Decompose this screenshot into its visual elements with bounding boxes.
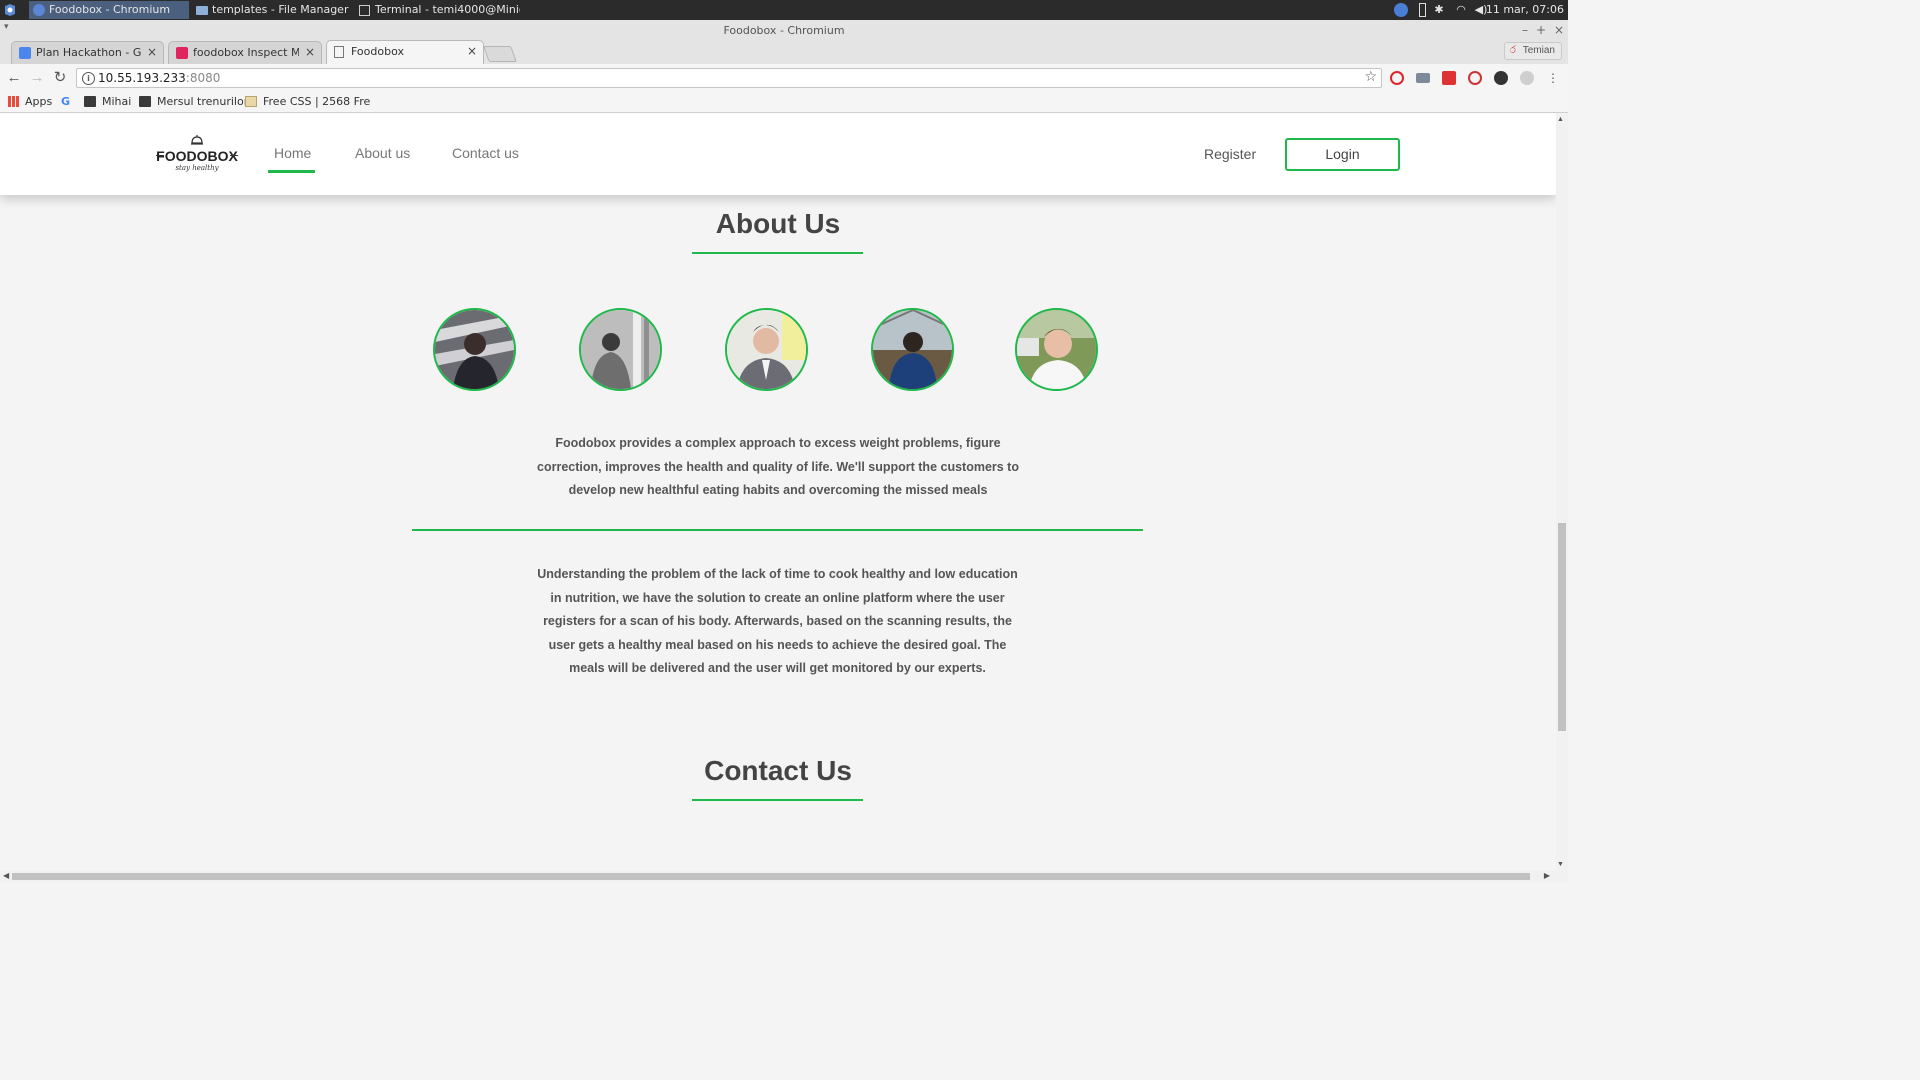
scroll-right-icon[interactable]: ▶ [1544,871,1550,880]
scroll-down-icon[interactable]: ▼ [1557,861,1564,868]
minimize-icon[interactable]: – [1522,23,1528,37]
bookmark-star-icon[interactable]: ☆ [1364,69,1377,85]
contact-title: Contact Us [704,755,852,786]
tab-plan-hackathon[interactable]: Plan Hackathon - Googl × [11,41,164,64]
battery-icon[interactable] [1419,3,1426,17]
window-titlebar: ▾ Foodobox - Chromium – + × [0,20,1568,42]
chromium-tray-icon[interactable] [1394,3,1408,17]
tab-label: Foodobox [351,45,404,58]
tab-label: Plan Hackathon - Googl [36,46,141,59]
tab-label: foodobox Inspect Mode [193,46,299,59]
search-extension-icon[interactable] [1468,71,1482,85]
clock: 11 mar, 07:06 [1485,3,1564,16]
task-label: templates - File Manager [212,3,349,16]
nav-home[interactable]: Home [274,145,311,161]
info-icon[interactable]: i [82,72,95,85]
team-avatar [871,308,954,391]
os-taskbar: Foodobox - Chromium templates - File Man… [0,0,1568,20]
scroll-left-icon[interactable]: ◀ [3,871,9,880]
register-link[interactable]: Register [1204,146,1256,162]
window-title: Foodobox - Chromium [723,24,845,37]
contact-title-underline [692,799,863,801]
cloche-icon [191,135,203,145]
forward-icon[interactable]: → [29,70,45,86]
page-viewport: FOODOBOX stay healthy Home About us Cont… [0,113,1556,871]
bookmarks-bar: Apps G Mihai Mersul trenurilor Free CSS … [0,92,1568,113]
foodobox-logo[interactable]: FOODOBOX stay healthy [154,133,240,177]
cast-extension-icon[interactable] [1416,73,1430,83]
about-title-underline [692,252,863,254]
logo-tagline: stay healthy [175,164,219,172]
close-tab-icon[interactable]: × [467,44,477,58]
horizontal-scroll-thumb[interactable] [12,873,1530,880]
bluetooth-icon[interactable]: ✱ [1432,3,1446,17]
terminal-icon [359,5,370,16]
profile-name: Temian [1522,45,1555,56]
reload-icon[interactable]: ↻ [52,70,68,86]
bookmark-mersul-trenurilor[interactable]: Mersul trenurilor [139,95,248,108]
team-avatar [579,308,662,391]
vertical-scroll-thumb[interactable] [1558,523,1566,731]
nav-about[interactable]: About us [355,145,410,161]
folder-icon [139,96,151,107]
mission-paragraph: Understanding the problem of the lack of… [537,567,1018,676]
page-icon [245,96,257,107]
back-icon[interactable]: ← [6,70,22,86]
bookmark-mihai[interactable]: Mihai [84,95,131,108]
menu-icon[interactable] [3,3,17,17]
close-tab-icon[interactable]: × [305,45,315,59]
team-avatar [1015,308,1098,391]
logo-brand: FOODOBOX [156,148,238,164]
menu-dots-icon[interactable]: ⋮ [1545,70,1561,86]
tab-foodobox[interactable]: Foodobox × [326,40,484,64]
mail-extension-icon[interactable] [1442,71,1456,85]
site-header: FOODOBOX stay healthy Home About us Cont… [0,113,1556,195]
scroll-up-icon[interactable]: ▲ [1557,116,1564,123]
profile-icon: ර [1509,45,1516,56]
nav-contact[interactable]: Contact us [452,145,519,161]
about-paragraph: Foodobox provides a complex approach to … [537,436,1019,498]
bookmark-free-css[interactable]: Free CSS | 2568 Fre [245,95,370,108]
profile-button[interactable]: ර Temian [1503,42,1562,60]
opera-extension-icon[interactable] [1390,71,1404,85]
task-chromium[interactable]: Foodobox - Chromium [29,1,189,19]
google-icon[interactable]: G [61,95,70,108]
chromium-icon [33,4,45,16]
horizontal-scrollbar[interactable]: ◀ ▶ [0,871,1568,882]
login-button[interactable]: Login [1285,138,1400,171]
tab-foodobox-inspect[interactable]: foodobox Inspect Mode × [168,41,322,64]
grey-extension-icon[interactable] [1520,71,1534,85]
vertical-scrollbar[interactable]: ▲ ▼ [1556,113,1568,871]
browser-toolbar: ← → ↻ i 10.55.193.233:8080 ☆ ⋮ [0,64,1568,92]
folder-icon [84,96,96,107]
address-bar[interactable]: i 10.55.193.233:8080 ☆ [76,68,1382,88]
task-file-manager[interactable]: templates - File Manager [192,1,352,19]
new-tab-button[interactable] [483,46,517,62]
team-avatar [433,308,516,391]
google-docs-icon [19,47,31,59]
invision-icon [176,47,188,59]
wifi-icon[interactable]: ◠ [1454,3,1468,17]
task-label: Foodobox - Chromium [49,3,171,16]
task-label: Terminal - temi4000@Minio... [375,3,520,16]
folder-icon [196,6,208,15]
apps-grid-icon [8,96,19,107]
maximize-icon[interactable]: + [1536,23,1546,37]
dark-extension-icon[interactable] [1494,71,1508,85]
section-divider [412,529,1143,531]
close-window-icon[interactable]: × [1554,23,1564,37]
nav-active-indicator [268,170,315,173]
bookmark-apps[interactable]: Apps [8,95,52,108]
url-text: 10.55.193.233:8080 [98,71,221,85]
page-icon [334,46,344,58]
close-tab-icon[interactable]: × [147,45,157,59]
about-title: About Us [715,208,841,239]
task-terminal[interactable]: Terminal - temi4000@Minio... [355,1,520,19]
team-avatar [725,308,808,391]
